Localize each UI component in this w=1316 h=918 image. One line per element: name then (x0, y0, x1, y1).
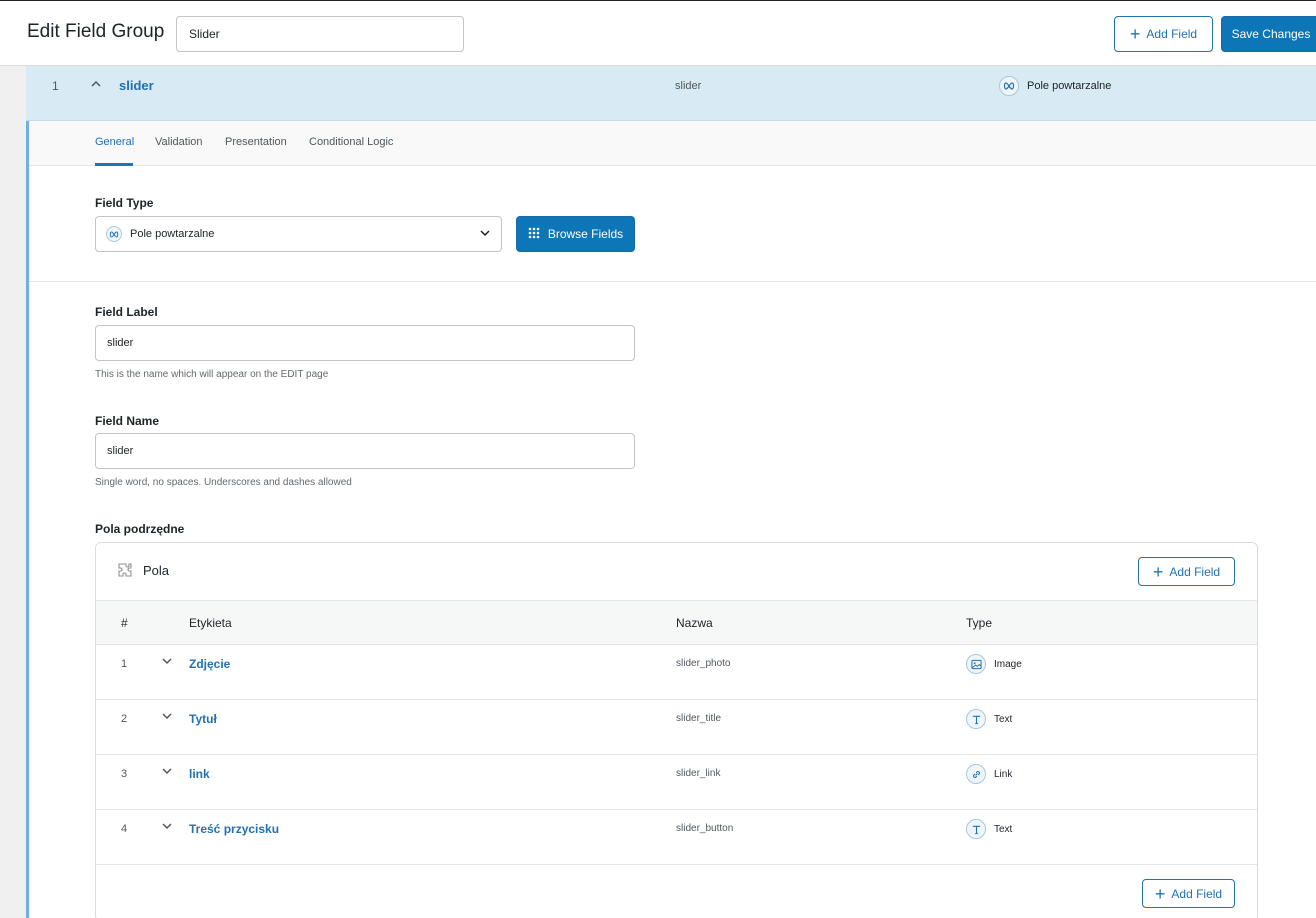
row-name: slider_button (676, 823, 734, 834)
subfields-heading: Pola podrzędne (95, 522, 185, 536)
row-label-link[interactable]: Zdjęcie (189, 657, 230, 671)
table-row[interactable]: 4 Treść przycisku slider_button Text (96, 810, 1257, 865)
row-number: 2 (121, 713, 128, 725)
table-row[interactable]: 2 Tytuł slider_title Text (96, 700, 1257, 755)
tab-conditional-logic[interactable]: Conditional Logic (309, 136, 393, 148)
save-changes-button[interactable]: Save Changes (1221, 16, 1316, 52)
row-number: 1 (121, 658, 128, 670)
row-type-label: Text (994, 713, 1013, 725)
subfields-box: Pola + Add Field # Etykieta Nazwa Type 1… (95, 542, 1258, 918)
field-type-display: Pole powtarzalne (999, 76, 1111, 96)
field-type-selected-value: Pole powtarzalne (130, 228, 215, 240)
chevron-down-icon[interactable] (161, 765, 173, 780)
field-settings-panel: General Validation Presentation Conditio… (26, 121, 1316, 918)
row-label-link[interactable]: Treść przycisku (189, 822, 279, 836)
top-bar: Edit Field Group + Add Field Save Change… (0, 0, 1316, 66)
row-type-label: Link (994, 768, 1013, 780)
field-type-select[interactable]: Pole powtarzalne (95, 216, 502, 252)
field-name-heading: Field Name (95, 414, 160, 428)
row-number: 3 (121, 768, 128, 780)
repeater-icon (999, 76, 1019, 96)
grid-icon (528, 227, 540, 242)
subfields-footer-add-field-label: Add Field (1171, 886, 1223, 901)
field-name-text: slider (675, 80, 702, 92)
row-label-link[interactable]: link (189, 767, 210, 781)
chevron-down-icon[interactable] (161, 820, 173, 835)
subfields-footer-add-field-button[interactable]: + Add Field (1142, 879, 1235, 908)
text-icon (966, 709, 986, 729)
subfields-add-field-label: Add Field (1169, 564, 1221, 579)
field-type-label: Pole powtarzalne (1027, 80, 1112, 92)
browse-fields-button[interactable]: Browse Fields (516, 216, 635, 252)
field-order-number: 1 (52, 79, 59, 93)
puzzle-icon (117, 562, 133, 583)
row-type: Text (966, 709, 1012, 729)
column-header-name: Nazwa (676, 616, 713, 630)
column-header-number: # (121, 616, 128, 630)
subfields-title: Pola (143, 563, 170, 578)
row-type: Link (966, 764, 1012, 784)
subfields-header: Pola + Add Field (96, 543, 1257, 601)
chevron-down-icon (479, 227, 491, 242)
tab-general[interactable]: General (95, 136, 134, 148)
field-group-editor: 1 slider slider Pole powtarzalne General… (26, 66, 1316, 918)
field-name-hint: Single word, no spaces. Underscores and … (95, 477, 352, 488)
subfields-add-field-button[interactable]: + Add Field (1138, 557, 1235, 586)
field-label-input[interactable]: slider (95, 325, 635, 361)
row-number: 4 (121, 823, 128, 835)
repeater-icon (106, 226, 122, 242)
left-gutter (0, 66, 26, 918)
row-type: Text (966, 819, 1012, 839)
add-field-button-label: Add Field (1146, 27, 1198, 41)
table-row[interactable]: 3 link slider_link Link (96, 755, 1257, 810)
field-row-active[interactable]: 1 slider slider Pole powtarzalne (26, 66, 1316, 121)
row-type-label: Image (994, 658, 1022, 670)
row-name: slider_photo (676, 658, 731, 669)
chevron-down-icon[interactable] (161, 710, 173, 725)
field-label-heading: Field Label (95, 305, 158, 319)
plus-icon: + (1129, 24, 1141, 44)
field-label-hint: This is the name which will appear on th… (95, 369, 329, 380)
tab-validation[interactable]: Validation (155, 136, 203, 148)
row-type-label: Text (994, 823, 1013, 835)
plus-icon: + (1152, 561, 1164, 582)
tab-presentation[interactable]: Presentation (225, 136, 287, 148)
field-label-link[interactable]: slider (119, 78, 154, 93)
chevron-up-icon[interactable] (90, 78, 102, 93)
field-group-title-input[interactable] (176, 16, 464, 52)
active-tab-indicator (95, 163, 133, 166)
row-type: Image (966, 654, 1022, 674)
plus-icon: + (1154, 883, 1166, 904)
subfields-table-header: # Etykieta Nazwa Type (96, 601, 1257, 645)
row-name: slider_link (676, 768, 721, 779)
row-label-link[interactable]: Tytuł (189, 712, 217, 726)
row-name: slider_title (676, 713, 722, 724)
section-divider (29, 281, 1316, 282)
save-changes-label: Save Changes (1231, 27, 1311, 41)
field-type-label: Field Type (95, 196, 154, 210)
column-header-label: Etykieta (189, 616, 232, 630)
page-title: Edit Field Group (27, 21, 165, 42)
browse-fields-label: Browse Fields (547, 227, 624, 241)
image-icon (966, 654, 986, 674)
add-field-button[interactable]: + Add Field (1114, 16, 1213, 52)
column-header-type: Type (966, 616, 993, 630)
field-name-input[interactable]: slider (95, 433, 635, 469)
table-row[interactable]: 1 Zdjęcie slider_photo Image (96, 645, 1257, 700)
link-icon (966, 764, 986, 784)
chevron-down-icon[interactable] (161, 655, 173, 670)
settings-tabs: General Validation Presentation Conditio… (29, 121, 1316, 166)
text-icon (966, 819, 986, 839)
